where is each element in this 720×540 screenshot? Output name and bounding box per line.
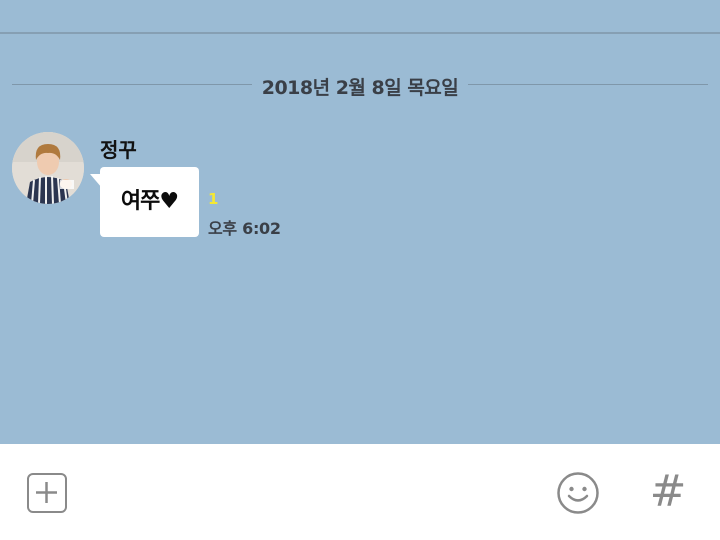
chat-screen: 2018년 2월 8일 목요일 정꾸 여쭈♥ 1 오후 6:02 #: [0, 0, 720, 540]
message-bubble[interactable]: 여쭈♥: [100, 167, 199, 237]
chat-message: 정꾸 여쭈♥ 1 오후 6:02: [12, 132, 332, 242]
divider-line-right: [468, 84, 708, 85]
sender-name: 정꾸: [100, 138, 137, 162]
plus-square-icon: [36, 482, 57, 503]
hashtag-search-button[interactable]: #: [646, 468, 690, 516]
top-bar: [0, 0, 720, 34]
profile-photo-icon: [12, 132, 84, 204]
divider-line-left: [12, 84, 252, 85]
date-divider: 2018년 2월 8일 목요일: [12, 70, 708, 100]
unread-count: 1: [208, 190, 219, 208]
smiley-icon: [557, 472, 599, 514]
date-divider-text: 2018년 2월 8일 목요일: [261, 77, 459, 99]
add-button[interactable]: [27, 473, 67, 513]
sender-avatar[interactable]: [12, 132, 84, 204]
input-bar: #: [0, 444, 720, 540]
emoji-button[interactable]: [556, 471, 600, 515]
message-text: 여쭈♥: [120, 189, 179, 214]
message-time: 오후 6:02: [208, 219, 281, 238]
